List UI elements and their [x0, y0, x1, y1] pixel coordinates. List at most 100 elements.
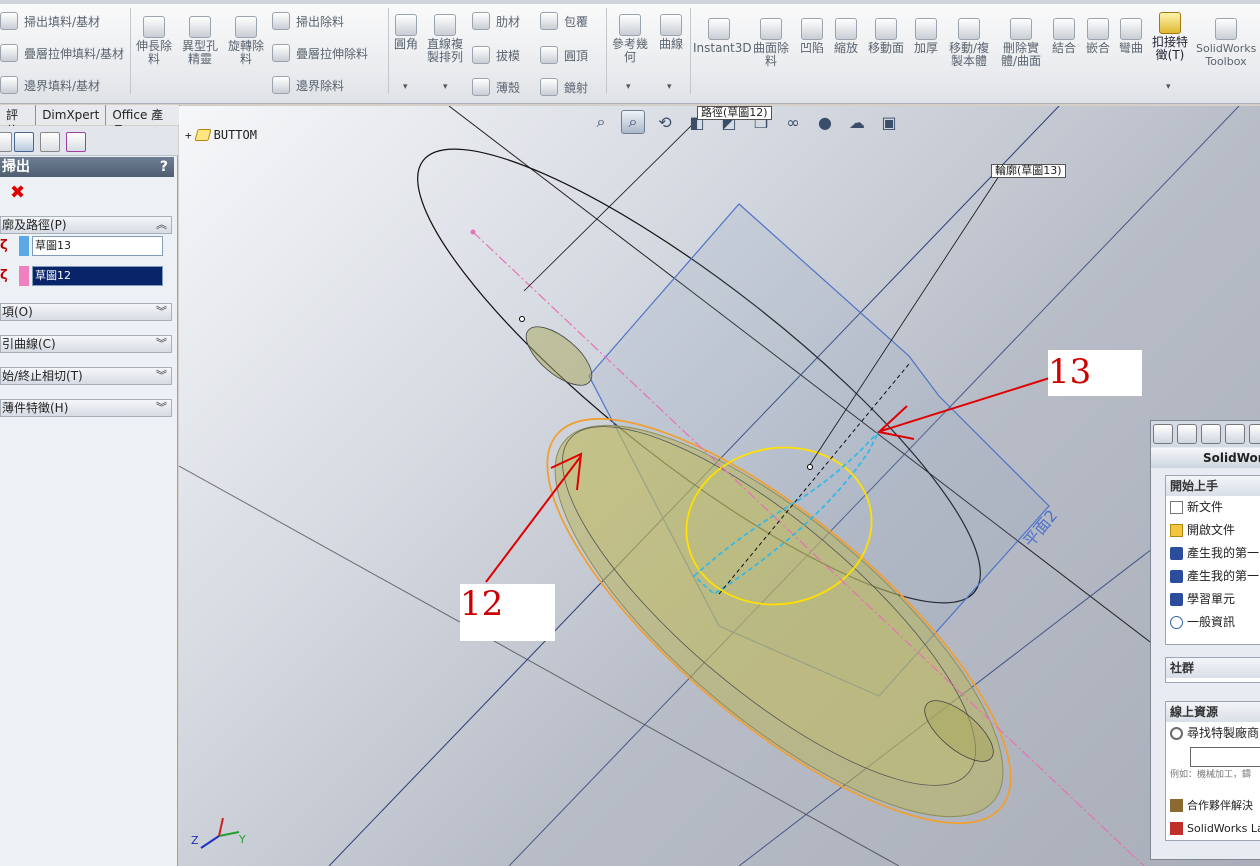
move-face-button[interactable]: 移動面 — [866, 18, 906, 55]
section-guide-curves[interactable]: 引曲線(C) ︾ — [0, 335, 172, 353]
hide-show-items-icon[interactable]: ∞ — [781, 110, 805, 134]
open-document-link[interactable]: 開啟文件 — [1166, 519, 1260, 542]
edit-appearance-icon[interactable]: ● — [813, 110, 837, 134]
sweep-cut-button[interactable]: 掃出除料 — [272, 12, 344, 30]
part-name: BUTTOM — [213, 128, 257, 142]
profile-color-swatch — [19, 236, 29, 256]
group-header: 開始上手 — [1166, 476, 1260, 496]
revolve-cut-button[interactable]: 旋轉除料 — [226, 16, 266, 66]
pattern-dropdown-arrow[interactable]: ▾ — [443, 82, 448, 92]
cancel-x-icon[interactable]: ✖ — [10, 184, 25, 202]
section-profile-and-path[interactable]: 廓及路徑(P) ︽ — [0, 216, 172, 234]
draft-button[interactable]: 拔模 — [472, 46, 520, 64]
find-vendor-link[interactable]: 尋找特製廠商 — [1166, 722, 1260, 745]
curves-dropdown-arrow[interactable]: ▾ — [667, 82, 672, 92]
indent-button[interactable]: 凹陷 — [796, 18, 828, 55]
configuration-manager-tab-icon[interactable] — [40, 132, 60, 152]
expand-icon[interactable]: + — [185, 129, 192, 142]
boundary-cut-icon — [272, 76, 290, 94]
fastening-feature-button[interactable]: 扣接特徵(T) — [1148, 12, 1192, 62]
boundary-boss-icon — [0, 76, 18, 94]
ribbon-separator — [130, 8, 131, 94]
solidworks-labs-link[interactable]: SolidWorks La — [1166, 817, 1260, 840]
view-palette-icon[interactable] — [1225, 424, 1245, 444]
feature-manager-tab-icon[interactable] — [0, 132, 12, 152]
toolbox-button[interactable]: SolidWorks Toolbox — [1196, 18, 1256, 68]
fillet-dropdown-arrow[interactable]: ▾ — [403, 82, 408, 92]
instant3d-button[interactable]: Instant3D — [693, 18, 752, 55]
mirror-button[interactable]: 鏡射 — [540, 78, 588, 96]
rib-button[interactable]: 肋材 — [472, 12, 520, 30]
tutorials-link[interactable]: 學習單元 — [1166, 588, 1260, 611]
view-settings-icon[interactable]: ▣ — [877, 110, 901, 134]
home-icon[interactable] — [1153, 424, 1173, 444]
sweep-boss-button[interactable]: 掃出填料/基材 — [0, 12, 100, 30]
thicken-button[interactable]: 加厚 — [910, 18, 942, 55]
expand-chevron-icon: ︾ — [156, 337, 167, 350]
tab-evaluate[interactable]: 評估 — [0, 105, 37, 138]
boundary-cut-button[interactable]: 邊界除料 — [272, 76, 344, 94]
section-start-end-tangency[interactable]: 始/終止相切(T) ︾ — [0, 367, 172, 385]
delete-body-button[interactable]: 刪除實體/曲面 — [998, 18, 1044, 68]
fastening-dropdown-arrow[interactable]: ▾ — [1166, 82, 1171, 92]
zoom-to-area-icon[interactable]: ⌕ — [621, 110, 645, 134]
help-button[interactable]: ? — [160, 157, 168, 177]
extrude-cut-icon — [143, 16, 165, 38]
combine-button[interactable]: 結合 — [1048, 18, 1080, 55]
resources-icon[interactable] — [1177, 424, 1197, 444]
feature-tree-flyout[interactable]: + BUTTOM — [185, 128, 257, 142]
new-document-link[interactable]: 新文件 — [1166, 496, 1260, 519]
previous-view-icon[interactable]: ⟲ — [653, 110, 677, 134]
triad-x-axis — [218, 817, 224, 837]
intersect-button[interactable]: 嵌合 — [1082, 18, 1114, 55]
appearances-icon[interactable] — [1249, 424, 1260, 444]
dimxpert-manager-tab-icon[interactable] — [66, 132, 86, 152]
graphics-area[interactable]: Z Y 平面2 + BUTTOM ⌕ ⌕ ⟲ ◧ ◩ ❒ ∞ ● ☁ ▣ 路徑(… — [179, 106, 1260, 866]
task-pane: SolidWorks 開始上手 新文件 開啟文件 產生我的第一 產生我的第一 學… — [1150, 420, 1260, 860]
boundary-boss-button[interactable]: 邊界填料/基材 — [0, 76, 100, 94]
expand-chevron-icon: ︾ — [156, 401, 167, 414]
surface-cut-button[interactable]: 曲面除料 — [752, 18, 790, 68]
task-pane-tabs — [1151, 421, 1260, 447]
feature-title-bar: 掃出 ? — [0, 157, 174, 177]
hole-wizard-button[interactable]: 異型孔精靈 — [180, 16, 220, 66]
property-manager-tab-icon[interactable] — [14, 132, 34, 152]
wrap-button[interactable]: 包覆 — [540, 12, 588, 30]
group-header[interactable]: 社群 — [1166, 658, 1260, 678]
shell-button[interactable]: 薄殼 — [472, 78, 520, 96]
extrude-cut-button[interactable]: 伸長除料 — [134, 16, 174, 66]
ribbon-separator — [690, 8, 691, 94]
apply-scene-icon[interactable]: ☁ — [845, 110, 869, 134]
callout-leader — [523, 117, 700, 292]
flex-button[interactable]: 彎曲 — [1116, 18, 1146, 55]
linear-pattern-button[interactable]: 直線複製排列 — [424, 14, 466, 64]
fastening-feature-icon — [1159, 12, 1181, 34]
create-first-part-link[interactable]: 產生我的第一 — [1166, 542, 1260, 565]
reference-geometry-button[interactable]: 參考幾何 — [610, 14, 650, 64]
tab-dimxpert[interactable]: DimXpert — [36, 105, 107, 125]
dome-button[interactable]: 圓頂 — [540, 46, 588, 64]
loft-boss-button[interactable]: 疊層拉伸填料/基材 — [0, 44, 124, 62]
folder-icon[interactable] — [1201, 424, 1221, 444]
section-thin-feature[interactable]: 薄件特徵(H) ︾ — [0, 399, 172, 417]
scale-button[interactable]: 縮放 — [830, 18, 862, 55]
loft-cut-icon — [272, 44, 290, 62]
zoom-to-fit-icon[interactable]: ⌕ — [589, 110, 613, 134]
profile-input[interactable]: 草圖13 — [32, 236, 163, 256]
instant3d-icon — [708, 18, 730, 40]
expand-chevron-icon: ︾ — [156, 305, 167, 318]
partner-solutions-link[interactable]: 合作夥伴解決 — [1166, 794, 1260, 817]
create-first-assembly-link[interactable]: 產生我的第一 — [1166, 565, 1260, 588]
move-copy-body-button[interactable]: 移動/複製本體 — [946, 18, 992, 68]
centerline-endpoint — [470, 229, 476, 235]
command-manager-ribbon: 掃出填料/基材 疊層拉伸填料/基材 邊界填料/基材 伸長除料 異型孔精靈 旋轉除… — [0, 0, 1260, 104]
vendor-search-input[interactable] — [1190, 747, 1260, 767]
general-info-link[interactable]: 一般資訊 — [1166, 611, 1260, 634]
section-options[interactable]: 項(O) ︾ — [0, 303, 172, 321]
curves-button[interactable]: 曲線 — [654, 14, 688, 51]
path-input[interactable]: 草圖12 — [32, 266, 163, 286]
refgeom-dropdown-arrow[interactable]: ▾ — [626, 82, 631, 92]
loft-cut-button[interactable]: 疊層拉伸除料 — [272, 44, 368, 62]
tab-office-products[interactable]: Office 產品 — [106, 105, 180, 138]
fillet-button[interactable]: 圓角 — [390, 14, 422, 51]
